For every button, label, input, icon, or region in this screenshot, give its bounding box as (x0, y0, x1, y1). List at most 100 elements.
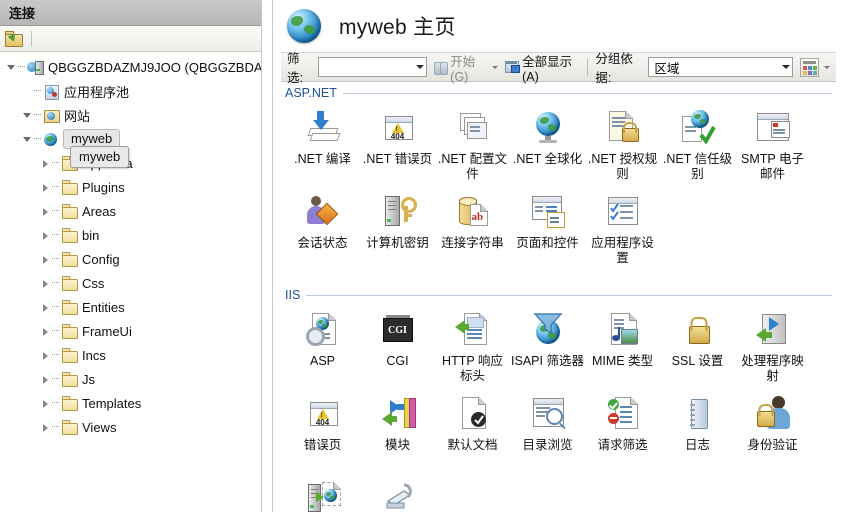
output-caching-icon (303, 478, 343, 512)
tree-node-Css[interactable]: Css (0, 271, 261, 295)
feature-item-request-filtering[interactable]: 请求筛选 (585, 394, 660, 476)
tree-node-Entities[interactable]: Entities (0, 295, 261, 319)
folder-icon (61, 179, 78, 195)
error-pages-icon: 404 (303, 394, 343, 434)
feature-item-handler-mappings[interactable]: 处理程序映射 (735, 310, 810, 392)
net-profile-icon (453, 108, 493, 148)
tree-node-FrameUi[interactable]: FrameUi (0, 319, 261, 343)
feature-item-net-profile[interactable]: .NET 配置文件 (435, 108, 510, 190)
connections-tree[interactable]: QBGGZBDAZMJ9JOO (QBGGZBDAZM. 应用程序池网站 myweb… (0, 51, 261, 512)
feature-item-pages-and-controls[interactable]: 页面和控件 (510, 192, 585, 274)
feature-item-asp[interactable]: ASP (285, 310, 360, 392)
folder-icon (61, 371, 78, 387)
feature-item-modules[interactable]: 模块 (360, 394, 435, 476)
twisty-expanded-icon[interactable] (22, 134, 33, 145)
tree-node-Views[interactable]: Views (0, 415, 261, 439)
feature-item-net-error-pages[interactable]: 404 .NET 错误页 (360, 108, 435, 190)
twisty-collapsed-icon[interactable] (40, 158, 51, 169)
feature-item-error-pages[interactable]: 404 错误页 (285, 394, 360, 476)
tree-node-Config[interactable]: Config (0, 247, 261, 271)
feature-item-directory-browsing[interactable]: 目录浏览 (510, 394, 585, 476)
tree-node-label: Plugins (82, 179, 125, 195)
tree-node-QBGGZBDAZMJ9JOOQBGGZBDAZM[interactable]: QBGGZBDAZMJ9JOO (QBGGZBDAZM. (0, 55, 261, 79)
tree-node-item[interactable]: 应用程序池 (0, 79, 261, 103)
feature-item-label: .NET 编译 (294, 152, 351, 166)
web-site-globe-icon (287, 9, 321, 43)
feature-item-mime-types[interactable]: MIME 类型 (585, 310, 660, 392)
twisty-collapsed-icon[interactable] (40, 374, 51, 385)
start-filter-button[interactable]: 开始(G) (434, 51, 486, 84)
twisty-collapsed-icon[interactable] (40, 422, 51, 433)
view-mode-dropdown-icon[interactable] (824, 65, 831, 69)
machine-key-icon (378, 192, 418, 232)
feature-item-label: 日志 (684, 438, 710, 452)
chevron-down-icon[interactable] (782, 65, 791, 69)
twisty-collapsed-icon[interactable] (40, 302, 51, 313)
feature-item-label: 默认文档 (447, 438, 498, 452)
show-all-button[interactable]: 全部显示(A) (505, 51, 578, 84)
feature-item-label: 计算机密钥 (366, 236, 429, 250)
feature-item-label: SSL 设置 (671, 354, 724, 368)
twisty-collapsed-icon[interactable] (40, 206, 51, 217)
twisty-expanded-icon[interactable] (22, 110, 33, 121)
feature-item-cgi[interactable]: CGI CGI (360, 310, 435, 392)
twisty-collapsed-icon[interactable] (40, 350, 51, 361)
feature-item-smtp-email[interactable]: SMTP 电子邮件 (735, 108, 810, 190)
tree-node-item[interactable]: 网站 (0, 103, 261, 127)
tree-node-AppData[interactable]: AppData (0, 151, 261, 175)
feature-item-session-state[interactable]: 会话状态 (285, 192, 360, 274)
feature-item-label: .NET 错误页 (362, 152, 433, 166)
tree-node-Templates[interactable]: Templates (0, 391, 261, 415)
tree-connector (52, 186, 59, 188)
twisty-collapsed-icon[interactable] (40, 326, 51, 337)
feature-group-aspnet: ASP.NET .NET 编译 404 .NET 错误页 .NET 配置文件 .NET 全… (285, 84, 832, 276)
twisty-collapsed-icon[interactable] (40, 254, 51, 265)
feature-item-net-globalization[interactable]: .NET 全球化 (510, 108, 585, 190)
cgi-icon: CGI (378, 310, 418, 350)
twisty-collapsed-icon[interactable] (40, 398, 51, 409)
feature-item-net-compilation[interactable]: .NET 编译 (285, 108, 360, 190)
smtp-email-icon (753, 108, 793, 148)
feature-item-machine-key[interactable]: 计算机密钥 (360, 192, 435, 274)
feature-item-label: ASP (309, 354, 335, 368)
tree-node-Incs[interactable]: Incs (0, 343, 261, 367)
twisty-collapsed-icon[interactable] (40, 278, 51, 289)
feature-item-output-caching[interactable]: 输出缓存 (285, 478, 360, 512)
tree-node-Js[interactable]: Js (0, 367, 261, 391)
open-folder-icon[interactable] (5, 31, 23, 47)
tree-node-bin[interactable]: bin (0, 223, 261, 247)
feature-item-ssl-settings[interactable]: SSL 设置 (660, 310, 735, 392)
filter-input[interactable] (318, 57, 428, 77)
feature-item-logging[interactable]: 日志 (660, 394, 735, 476)
tree-node-Plugins[interactable]: Plugins (0, 175, 261, 199)
feature-item-authentication[interactable]: 身份验证 (735, 394, 810, 476)
feature-item-isapi-filters[interactable]: ISAPI 筛选器 (510, 310, 585, 392)
feature-item-label: 连接字符串 (441, 236, 504, 250)
feature-item-label: 目录浏览 (522, 438, 573, 452)
modules-icon (378, 394, 418, 434)
feature-item-net-authorization-rules[interactable]: .NET 授权规则 (585, 108, 660, 190)
feature-item-compression[interactable]: 压缩 (360, 478, 435, 512)
connections-toolbar (0, 26, 261, 52)
feature-item-http-response-headers[interactable]: HTTP 响应标头 (435, 310, 510, 392)
view-mode-button[interactable] (800, 57, 820, 77)
mime-types-icon (603, 310, 643, 350)
tree-connector (52, 330, 59, 332)
feature-item-connection-strings[interactable]: ab 连接字符串 (435, 192, 510, 274)
twisty-expanded-icon[interactable] (6, 62, 17, 73)
chevron-down-icon[interactable] (416, 65, 425, 69)
twisty-collapsed-icon[interactable] (40, 230, 51, 241)
feature-item-label: 模块 (384, 438, 410, 452)
feature-item-net-trust-levels[interactable]: .NET 信任级别 (660, 108, 735, 190)
feature-item-default-document[interactable]: 默认文档 (435, 394, 510, 476)
twisty-collapsed-icon[interactable] (40, 182, 51, 193)
start-filter-dropdown-icon[interactable] (492, 65, 499, 69)
tree-node-Areas[interactable]: Areas (0, 199, 261, 223)
folder-icon (61, 227, 78, 243)
pane-splitter[interactable] (262, 0, 272, 512)
tree-node-myweb[interactable]: myweb (0, 127, 261, 151)
feature-item-application-settings[interactable]: 应用程序设置 (585, 192, 660, 274)
connections-pane: 连接 QBGGZBDAZMJ9JOO (QBGGZBDAZM. 应用程序池网站 my… (0, 0, 262, 512)
sites-icon (43, 108, 60, 123)
group-by-select[interactable]: 区域 (648, 57, 794, 77)
